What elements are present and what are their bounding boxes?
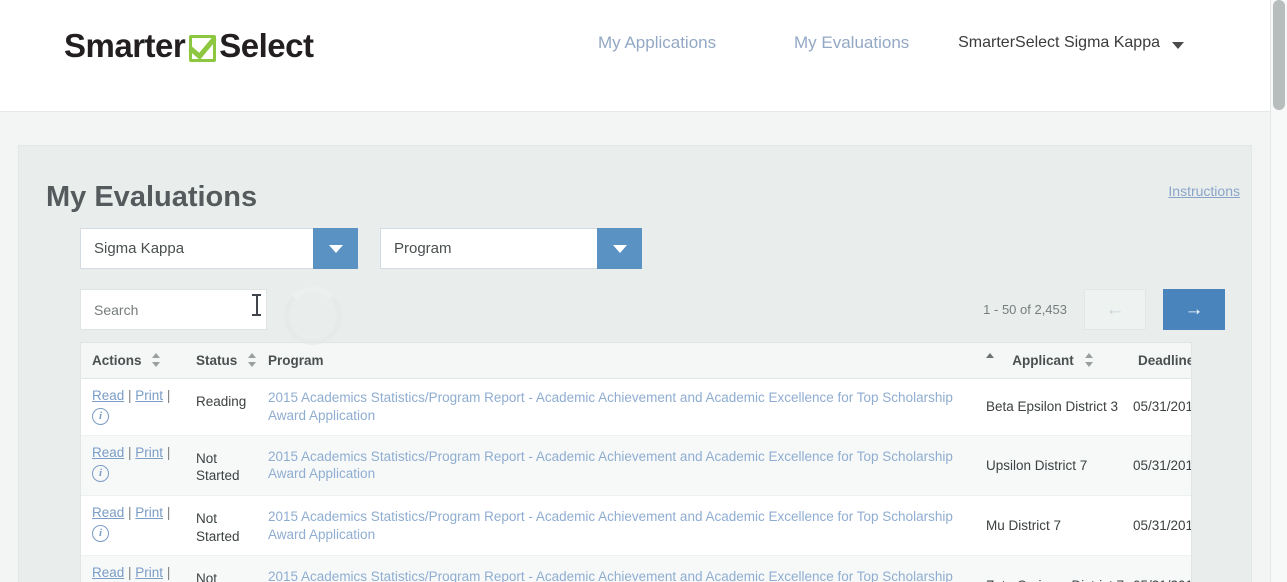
actions-cell: Read | Print |i <box>81 555 185 582</box>
program-filter-value[interactable]: Program <box>380 228 597 269</box>
instructions-link[interactable]: Instructions <box>1168 183 1240 199</box>
program-cell: 2015 Academics Statistics/Program Report… <box>257 435 975 497</box>
account-name: SmarterSelect Sigma Kappa <box>958 34 1160 51</box>
column-label-program: Program <box>268 353 324 368</box>
sort-icon-applicant[interactable] <box>1084 353 1094 367</box>
read-link[interactable]: Read <box>92 388 124 403</box>
account-menu[interactable]: SmarterSelect Sigma Kappa <box>958 34 1184 52</box>
program-cell: 2015 Academics Statistics/Program Report… <box>257 495 975 557</box>
program-link[interactable]: 2015 Academics Statistics/Program Report… <box>268 508 975 544</box>
sort-icon-status[interactable] <box>248 353 257 367</box>
column-header-deadline[interactable]: Deadline <box>1127 343 1192 379</box>
table-row: Read | Print |iNot Started 2015 Academics… <box>81 555 1191 582</box>
print-link[interactable]: Print <box>135 388 163 403</box>
read-link[interactable]: Read <box>92 565 124 580</box>
organization-filter-toggle[interactable] <box>313 228 358 269</box>
site-header: Smarter Select My Applications My Evalua… <box>0 0 1270 112</box>
column-label-actions: Actions <box>92 353 142 368</box>
applicant-cell: Beta Epsilon District 3 <box>975 378 1127 436</box>
page-scrollbar-thumb[interactable] <box>1273 0 1285 110</box>
pagination-range: 1 - 50 of 2,453 <box>983 302 1067 317</box>
deadline-cell: 05/31/2016 <box>1127 378 1191 436</box>
table-header-row: Actions Status Program Applicant Deadlin… <box>81 343 1192 379</box>
column-header-program[interactable]: Program <box>257 343 975 379</box>
smarterselect-logo[interactable]: Smarter Select <box>64 27 314 65</box>
applicant-cell: Upsilon District 7 <box>975 435 1127 497</box>
green-checkbox-icon <box>189 34 217 62</box>
evaluations-card: My Evaluations Instructions Sigma Kappa … <box>18 145 1252 582</box>
read-link[interactable]: Read <box>92 445 124 460</box>
page-title: My Evaluations <box>46 181 258 213</box>
pagination: 1 - 50 of 2,453 ← → <box>983 289 1225 330</box>
caret-down-icon <box>328 244 343 253</box>
print-link[interactable]: Print <box>135 505 163 520</box>
deadline-cell: 05/31/2016 <box>1127 435 1191 497</box>
column-header-applicant[interactable]: Applicant <box>975 343 1127 379</box>
program-link[interactable]: 2015 Academics Statistics/Program Report… <box>268 448 975 484</box>
print-link[interactable]: Print <box>135 445 163 460</box>
print-link[interactable]: Print <box>135 565 163 580</box>
filter-bar: Sigma Kappa Program <box>80 228 642 269</box>
organization-filter-value[interactable]: Sigma Kappa <box>80 228 313 269</box>
column-header-actions[interactable]: Actions <box>81 343 185 379</box>
status-cell: Not Started <box>185 555 257 582</box>
deadline-cell: 05/31/2016 <box>1127 495 1191 557</box>
program-link[interactable]: 2015 Academics Statistics/Program Report… <box>268 568 975 582</box>
column-label-deadline: Deadline <box>1138 353 1192 368</box>
program-cell: 2015 Academics Statistics/Program Report… <box>257 378 975 436</box>
applicant-cell: Zeta Omicron District 7 <box>975 555 1127 582</box>
table-row: Read | Print |iNot Started 2015 Academics… <box>81 435 1191 497</box>
table-body: Read | Print | i Reading 2015 Academics Sta… <box>81 378 1191 582</box>
read-link[interactable]: Read <box>92 505 124 520</box>
program-filter-toggle[interactable] <box>597 228 642 269</box>
sort-icon-program-asc[interactable] <box>986 353 995 367</box>
program-filter[interactable]: Program <box>380 228 642 269</box>
nav-my-applications[interactable]: My Applications <box>598 33 716 53</box>
applicant-cell: Mu District 7 <box>975 495 1127 557</box>
status-cell: Not Started <box>185 435 257 497</box>
program-link[interactable]: 2015 Academics Statistics/Program Report… <box>268 389 975 425</box>
status-cell: Reading <box>185 378 257 436</box>
logo-word-smarter: Smarter <box>64 27 186 64</box>
pagination-prev-button[interactable]: ← <box>1084 289 1146 330</box>
caret-down-icon <box>1172 41 1184 49</box>
table-row: Read | Print |iNot Started 2015 Academics… <box>81 495 1191 557</box>
pagination-next-button[interactable]: → <box>1163 289 1225 330</box>
loading-spinner-icon <box>284 287 342 345</box>
info-circle-icon[interactable]: i <box>92 524 109 542</box>
organization-filter[interactable]: Sigma Kappa <box>80 228 358 269</box>
sort-icon-actions[interactable] <box>152 353 161 367</box>
logo-word-select: Select <box>219 27 314 64</box>
search-input[interactable]: Search <box>80 289 267 330</box>
nav-my-evaluations[interactable]: My Evaluations <box>794 33 909 53</box>
column-label-applicant: Applicant <box>1012 353 1074 368</box>
caret-down-icon <box>612 244 627 253</box>
table-row: Read | Print | i Reading 2015 Academics Sta… <box>81 378 1191 436</box>
program-cell: 2015 Academics Statistics/Program Report… <box>257 555 975 582</box>
evaluations-table: Actions Status Program Applicant Deadlin… <box>81 343 1192 582</box>
text-cursor-ibeam <box>252 294 261 316</box>
table-header: Actions Status Program Applicant Deadlin… <box>81 343 1192 379</box>
actions-cell: Read | Print |i <box>81 495 185 557</box>
browser-viewport: Smarter Select My Applications My Evalua… <box>0 0 1287 582</box>
info-circle-icon[interactable]: i <box>92 407 109 425</box>
actions-cell: Read | Print |i <box>81 435 185 497</box>
column-label-status: Status <box>196 353 238 368</box>
status-cell: Not Started <box>185 495 257 557</box>
actions-cell: Read | Print |i <box>81 378 185 436</box>
deadline-cell: 05/31/2016 <box>1127 555 1191 582</box>
column-header-status[interactable]: Status <box>185 343 257 379</box>
info-circle-icon[interactable]: i <box>92 464 109 482</box>
evaluations-table-container: Actions Status Program Applicant Deadlin… <box>80 342 1192 582</box>
page-scrollbar[interactable] <box>1270 0 1287 582</box>
